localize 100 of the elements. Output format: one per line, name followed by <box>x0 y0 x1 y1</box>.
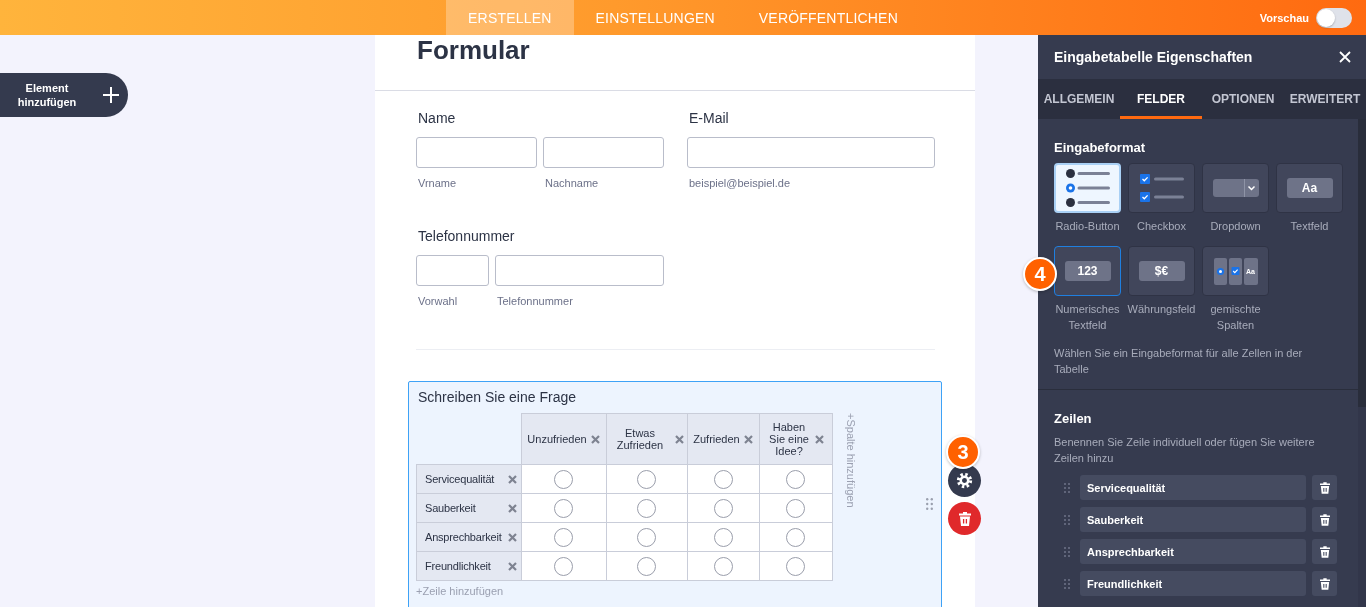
drag-handle-icon[interactable] <box>926 498 933 510</box>
radio-button[interactable] <box>713 556 733 576</box>
preview-toggle[interactable] <box>1316 7 1352 28</box>
step-badge: 4 <box>1023 257 1057 291</box>
field-sublabel: Vorwahl <box>418 295 458 308</box>
delete-button[interactable] <box>948 502 981 535</box>
format-tile[interactable]: Aa <box>1276 163 1343 213</box>
input-field[interactable] <box>687 137 935 168</box>
plus-icon <box>103 87 119 103</box>
row-label: Sauberkeit <box>425 502 476 514</box>
row-label: Freundlichkeit <box>425 560 491 572</box>
preview-label: Vorschau <box>1259 11 1309 24</box>
delete-row-button[interactable] <box>1312 539 1337 564</box>
question-title: Schreiben Sie eine Frage <box>418 389 576 405</box>
preview-chip: Aa <box>1286 178 1333 198</box>
radio-button[interactable] <box>554 469 573 489</box>
trash-icon <box>1319 577 1330 590</box>
row-label: Ansprechbarkeit <box>425 531 502 543</box>
radio-button[interactable] <box>786 556 805 576</box>
row-label: Servicequalität <box>425 473 495 485</box>
radio-button[interactable] <box>786 498 805 518</box>
column-label: Haben Sie eine Idee? <box>768 421 810 457</box>
field-label: E-Mail <box>689 110 729 126</box>
row-name-field[interactable]: Sauberkeit <box>1080 507 1306 532</box>
remove-icon[interactable] <box>815 434 824 444</box>
remove-icon[interactable] <box>507 503 517 513</box>
close-icon[interactable] <box>1339 51 1351 63</box>
delete-row-button[interactable] <box>1312 507 1337 532</box>
format-label: Währungsfeld <box>1126 302 1197 317</box>
drag-handle-icon[interactable] <box>1064 578 1070 589</box>
field-sublabel: beispiel@beispiel.de <box>689 177 791 190</box>
remove-icon[interactable] <box>674 434 684 444</box>
panel-tab[interactable]: ERWEITERT <box>1284 79 1366 119</box>
column-label: Etwas Zufrieden <box>615 427 665 451</box>
panel-tab[interactable]: FELDER <box>1120 79 1202 119</box>
add-element-button[interactable]: Element hinzufügen <box>0 73 128 117</box>
format-label: Checkbox <box>1136 219 1187 234</box>
field-label: Name <box>418 110 456 126</box>
format-label: Radio-Button <box>1054 219 1121 234</box>
radio-button[interactable] <box>554 527 573 547</box>
radio-column-icon <box>1213 257 1227 285</box>
field-sublabel: Nachname <box>545 177 599 190</box>
remove-icon[interactable] <box>590 434 600 444</box>
form-title: Formular <box>417 35 530 65</box>
format-tile[interactable] <box>1128 163 1195 213</box>
row-name-field[interactable]: Freundlichkeit <box>1080 571 1306 596</box>
drag-handle-icon[interactable] <box>1064 514 1070 525</box>
radio-button[interactable] <box>786 469 805 489</box>
radio-button[interactable] <box>713 527 733 547</box>
preview-chip: $€ <box>1138 261 1185 281</box>
radio-button[interactable] <box>554 498 573 518</box>
format-label: gemischte Spalten <box>1209 302 1262 333</box>
column-label: Zufrieden <box>693 433 740 445</box>
remove-icon[interactable] <box>507 474 517 484</box>
radio-button[interactable] <box>713 469 733 489</box>
trash-icon <box>1319 513 1330 526</box>
radio-button[interactable] <box>637 498 656 518</box>
format-tile[interactable]: $€ <box>1128 246 1195 296</box>
trash-icon <box>958 511 971 526</box>
panel-tab[interactable]: ALLGEMEIN <box>1038 79 1120 119</box>
drag-handle-icon[interactable] <box>1064 482 1070 493</box>
radio-button[interactable] <box>637 527 656 547</box>
radio-button[interactable] <box>637 556 656 576</box>
delete-row-button[interactable] <box>1312 475 1337 500</box>
trash-icon <box>1319 545 1330 558</box>
column-label: Unzufrieden <box>527 433 587 445</box>
format-tile[interactable]: 123 <box>1054 246 1121 296</box>
remove-icon[interactable] <box>743 434 753 444</box>
radio-button[interactable] <box>786 527 805 547</box>
radio-list-icon <box>1065 169 1110 207</box>
dropdown-icon <box>1212 179 1259 197</box>
checkbox-column-icon <box>1228 257 1242 285</box>
field-sublabel: Vrname <box>418 177 457 190</box>
checkbox-list-icon <box>1139 174 1184 202</box>
remove-icon[interactable] <box>507 532 517 542</box>
radio-button[interactable] <box>713 498 733 518</box>
input-field[interactable] <box>416 137 537 168</box>
gear-icon <box>956 472 973 489</box>
input-field[interactable] <box>543 137 664 168</box>
row-name-field[interactable]: Servicequalität <box>1080 475 1306 500</box>
field-sublabel: Telefonnummer <box>497 295 573 308</box>
input-field[interactable] <box>416 255 489 286</box>
settings-button[interactable] <box>948 464 981 497</box>
panel-title: Eingabetabelle Eigenschaften <box>1054 49 1253 65</box>
format-label: Textfeld <box>1289 219 1330 234</box>
radio-button[interactable] <box>637 469 656 489</box>
delete-row-button[interactable] <box>1312 571 1337 596</box>
radio-button[interactable] <box>554 556 573 576</box>
format-label: Dropdown <box>1209 219 1262 234</box>
row-name-field[interactable]: Ansprechbarkeit <box>1080 539 1306 564</box>
field-label: Telefonnummer <box>418 228 515 244</box>
step-badge: 3 <box>946 435 980 469</box>
section-heading: Eingabeformat <box>1054 140 1145 156</box>
remove-icon[interactable] <box>507 561 517 571</box>
input-field[interactable] <box>495 255 664 286</box>
drag-handle-icon[interactable] <box>1064 546 1070 557</box>
format-tile[interactable] <box>1202 163 1269 213</box>
panel-tab[interactable]: OPTIONEN <box>1202 79 1284 119</box>
section-hint: Wählen Sie ein Eingabeformat für alle Zellen in der Tabelle <box>1054 346 1304 377</box>
section-heading: Zeilen <box>1054 411 1092 427</box>
